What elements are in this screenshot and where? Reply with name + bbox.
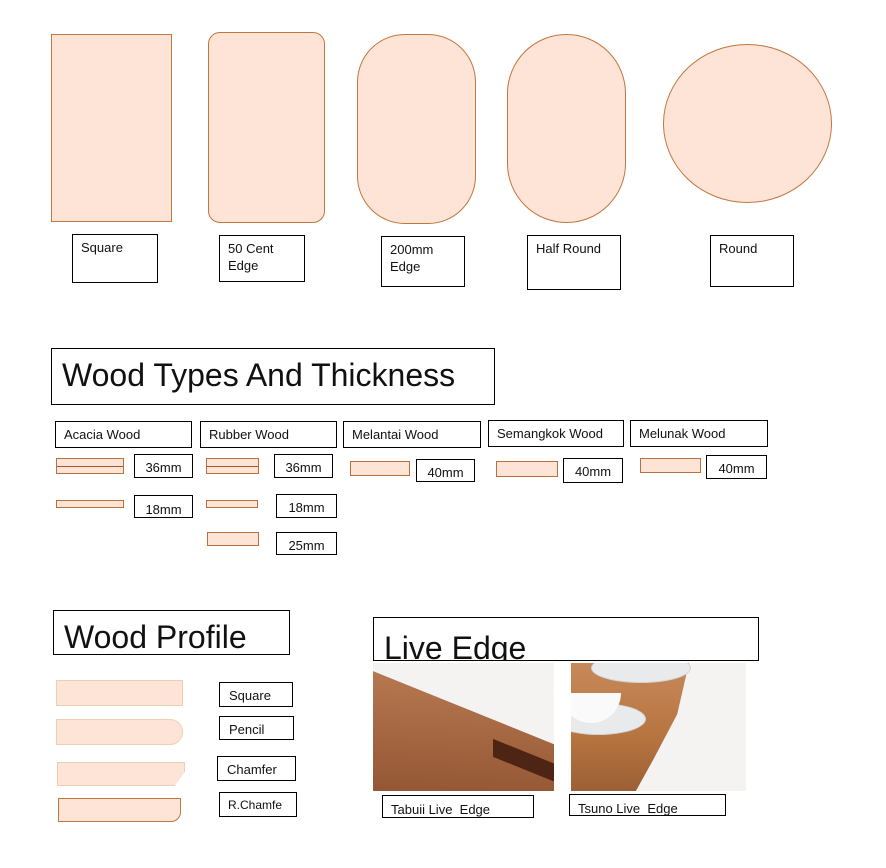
thickness-label: 40mm xyxy=(563,458,623,483)
profile-label: Chamfer xyxy=(217,756,296,781)
plank-semangkok-40mm xyxy=(496,461,558,477)
thickness-label: 36mm xyxy=(134,454,193,478)
plank-rubber-18mm xyxy=(206,500,258,508)
plank-rubber-36mm xyxy=(206,458,259,474)
profile-r-chamfer xyxy=(58,798,181,822)
plank-acacia-36mm xyxy=(56,458,124,474)
wood-profile-title: Wood Profile xyxy=(53,610,290,655)
plank-acacia-18mm xyxy=(56,500,124,508)
profile-pencil xyxy=(56,719,183,745)
live-edge-caption: Tsuno Live Edge xyxy=(569,794,726,816)
shape-200mm-edge xyxy=(357,34,476,224)
thickness-label: 18mm xyxy=(134,495,193,518)
live-edge-caption: Tabuii Live Edge xyxy=(382,795,534,818)
live-edge-title: Live Edge xyxy=(373,617,759,661)
shape-label: Round xyxy=(710,235,794,287)
shape-label: 50 Cent Edge xyxy=(219,235,305,282)
shape-label: Square xyxy=(72,234,158,283)
thickness-label: 18mm xyxy=(276,494,337,518)
shape-half-round xyxy=(507,34,626,223)
profile-label: Square xyxy=(219,682,293,707)
tabuii-live-edge-image xyxy=(373,663,554,791)
wood-type-label: Acacia Wood xyxy=(55,421,192,448)
wood-type-label: Melantai Wood xyxy=(343,421,481,448)
profile-label: Pencil xyxy=(219,716,294,740)
profile-square xyxy=(56,680,183,706)
wood-type-label: Melunak Wood xyxy=(630,420,768,447)
profile-chamfer xyxy=(57,762,185,786)
wood-type-label: Rubber Wood xyxy=(200,421,337,448)
shape-label: 200mm Edge xyxy=(381,236,465,287)
plank-melantai-40mm xyxy=(350,461,410,476)
plank-melunak-40mm xyxy=(640,458,701,473)
tsuno-live-edge-image xyxy=(571,663,746,791)
plank-rubber-25mm xyxy=(207,532,259,546)
wood-type-label: Semangkok Wood xyxy=(488,420,624,447)
thickness-label: 40mm xyxy=(706,455,767,479)
wood-types-title: Wood Types And Thickness xyxy=(51,348,495,405)
thickness-label: 36mm xyxy=(274,454,333,478)
shape-50-cent-edge xyxy=(208,32,325,223)
profile-label: R.Chamfe xyxy=(219,792,297,817)
shape-label: Half Round xyxy=(527,235,621,290)
thickness-label: 25mm xyxy=(276,532,337,555)
shape-round xyxy=(663,44,832,203)
thickness-label: 40mm xyxy=(416,459,475,482)
shape-square xyxy=(51,34,172,222)
